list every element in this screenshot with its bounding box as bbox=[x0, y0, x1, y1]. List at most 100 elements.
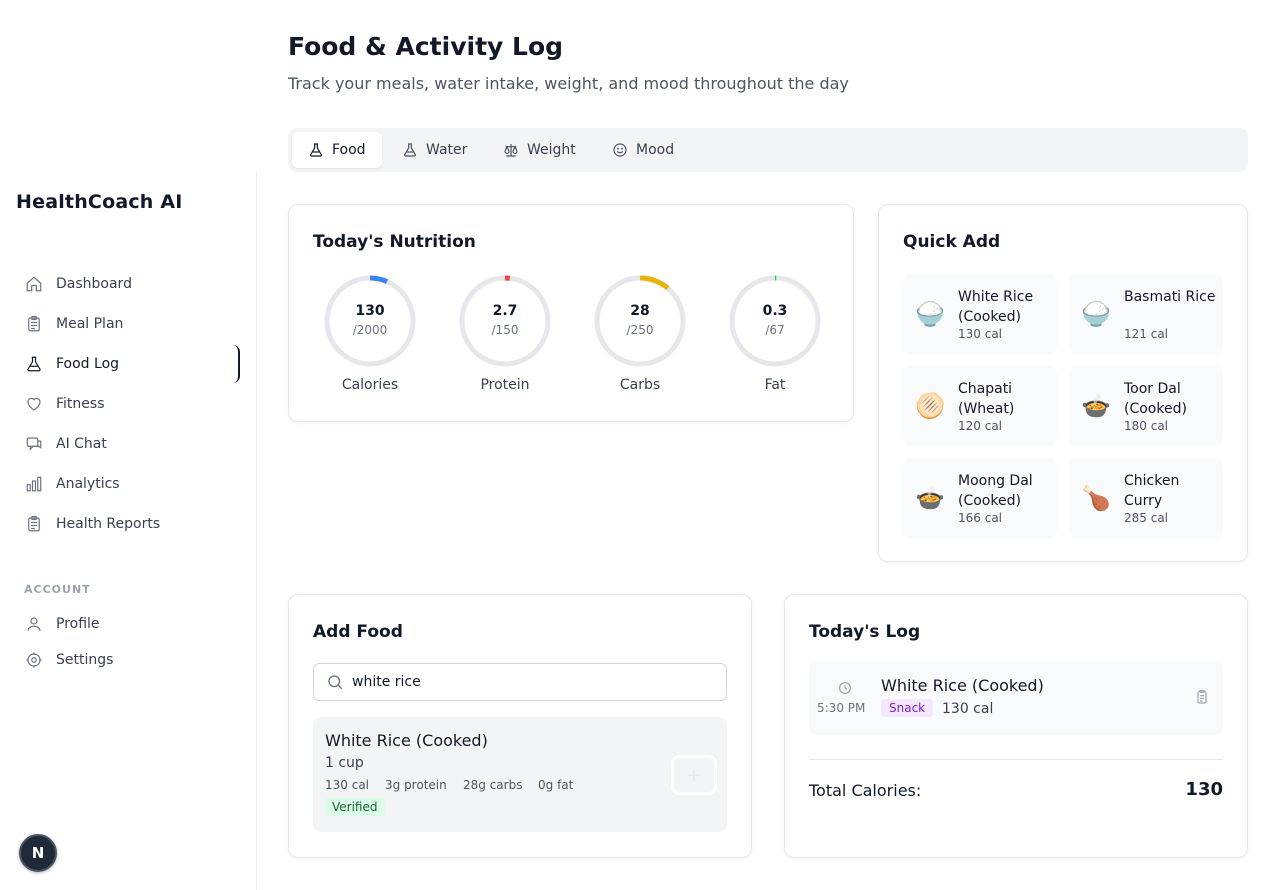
sidebar-item-label: Health Reports bbox=[56, 516, 161, 532]
ring-label: Protein bbox=[480, 377, 530, 393]
progress-ring: 130/2000 bbox=[322, 273, 418, 369]
delete-icon[interactable] bbox=[1194, 689, 1210, 705]
page-subtitle: Track your meals, water intake, weight, … bbox=[288, 74, 849, 93]
framework-badge[interactable]: N bbox=[19, 834, 57, 872]
nutrition-ring-fat: 0.3/67 Fat bbox=[727, 273, 823, 393]
search-result-item[interactable]: White Rice (Cooked) 1 cup 130 cal 3g pro… bbox=[313, 717, 727, 832]
ring-value: 0.3 bbox=[762, 303, 788, 319]
nutrition-ring-calories: 130/2000 Calories bbox=[322, 273, 418, 393]
ring-value: 28 bbox=[630, 303, 650, 319]
ring-label: Calories bbox=[341, 377, 399, 393]
meal-tag: Snack bbox=[881, 699, 934, 717]
food-search-box[interactable] bbox=[313, 663, 727, 701]
progress-ring: 28/250 bbox=[592, 273, 688, 369]
quick-add-item[interactable]: 🍲 Moong Dal (Cooked) 166 cal bbox=[903, 458, 1057, 538]
quick-add-calories: 180 cal bbox=[1124, 419, 1169, 433]
smile-icon bbox=[612, 142, 628, 158]
home-icon bbox=[24, 274, 44, 294]
quick-add-item[interactable]: 🍚 Basmati Rice 121 cal bbox=[1069, 274, 1223, 354]
tab-label: Food bbox=[332, 142, 366, 158]
clipboard-icon bbox=[24, 514, 44, 534]
sidebar-item-ai-chat[interactable]: AI Chat bbox=[24, 431, 107, 457]
add-food-button[interactable]: + bbox=[671, 755, 717, 795]
sidebar-item-analytics[interactable]: Analytics bbox=[24, 471, 120, 497]
food-emoji-icon: 🍲 bbox=[915, 484, 945, 512]
sidebar-item-label: Fitness bbox=[56, 396, 105, 412]
chat-icon bbox=[24, 434, 44, 454]
result-serving: 1 cup bbox=[325, 755, 364, 771]
quick-add-calories: 130 cal bbox=[958, 327, 1003, 341]
quick-add-name: Toor Dal (Cooked) bbox=[1124, 381, 1187, 417]
clipboard-icon bbox=[24, 314, 44, 334]
ring-goal: /2000 bbox=[352, 323, 388, 337]
quick-add-name: Basmati Rice bbox=[1124, 289, 1216, 305]
add-food-card: Add Food White Rice (Cooked) 1 cup 130 c… bbox=[288, 594, 752, 858]
divider bbox=[809, 759, 1223, 760]
heart-icon bbox=[24, 394, 44, 414]
quick-add-name: Chicken Curry bbox=[1124, 473, 1180, 509]
total-calories-label: Total Calories: bbox=[809, 781, 922, 800]
nutrition-card: Today's Nutrition 130/2000 Calories 2.7/15… bbox=[288, 204, 854, 422]
active-indicator bbox=[233, 345, 240, 383]
quick-add-title: Quick Add bbox=[903, 232, 1001, 252]
quick-add-item[interactable]: 🍚 White Rice (Cooked) 130 cal bbox=[903, 274, 1057, 354]
sidebar-item-label: Food Log bbox=[56, 356, 120, 372]
quick-add-calories: 120 cal bbox=[958, 419, 1003, 433]
quick-add-calories: 166 cal bbox=[958, 511, 1003, 525]
quick-add-item[interactable]: 🍗 Chicken Curry 285 cal bbox=[1069, 458, 1223, 538]
scale-icon bbox=[503, 142, 519, 158]
result-fat: 0g fat bbox=[538, 778, 574, 792]
ring-goal: /250 bbox=[626, 323, 654, 337]
tab-label: Water bbox=[426, 142, 468, 158]
food-emoji-icon: 🍚 bbox=[1081, 300, 1111, 328]
result-protein: 3g protein bbox=[385, 778, 447, 792]
flask-icon bbox=[308, 142, 324, 158]
log-entry: 5:30 PM White Rice (Cooked) Snack 130 ca… bbox=[809, 661, 1223, 735]
sidebar-item-dashboard[interactable]: Dashboard bbox=[24, 271, 132, 297]
ring-goal: /67 bbox=[765, 323, 785, 337]
sidebar-item-health-reports[interactable]: Health Reports bbox=[24, 511, 160, 537]
food-emoji-icon: 🍚 bbox=[915, 300, 945, 328]
quick-add-calories: 285 cal bbox=[1124, 511, 1169, 525]
tab-food[interactable]: Food bbox=[292, 132, 382, 168]
tab-mood[interactable]: Mood bbox=[596, 132, 690, 168]
sidebar-item-food-log[interactable]: Food Log bbox=[24, 351, 119, 377]
sidebar-item-fitness[interactable]: Fitness bbox=[24, 391, 105, 417]
ring-label: Carbs bbox=[619, 377, 661, 393]
quick-add-name: White Rice (Cooked) bbox=[958, 289, 1034, 325]
nutrition-title: Today's Nutrition bbox=[313, 232, 476, 252]
log-time: 5:30 PM bbox=[817, 701, 866, 715]
result-calories: 130 cal bbox=[325, 778, 370, 792]
total-calories-value: 130 bbox=[1185, 779, 1223, 800]
tab-water[interactable]: Water bbox=[386, 132, 483, 168]
result-carbs: 28g carbs bbox=[463, 778, 523, 792]
quick-add-item[interactable]: 🫓 Chapati (Wheat) 120 cal bbox=[903, 366, 1057, 446]
sidebar-item-label: Dashboard bbox=[56, 276, 132, 292]
sidebar-item-settings[interactable]: Settings bbox=[24, 647, 113, 673]
food-emoji-icon: 🫓 bbox=[915, 392, 945, 420]
food-emoji-icon: 🍲 bbox=[1081, 392, 1111, 420]
sidebar-item-profile[interactable]: Profile bbox=[24, 611, 100, 637]
tab-weight[interactable]: Weight bbox=[487, 132, 592, 168]
quick-add-name: Chapati (Wheat) bbox=[958, 381, 1015, 417]
brand-title: HealthCoach AI bbox=[16, 191, 183, 213]
log-food-name: White Rice (Cooked) bbox=[881, 676, 1044, 695]
food-search-input[interactable] bbox=[352, 674, 712, 690]
tab-label: Mood bbox=[636, 142, 675, 158]
sidebar-item-label: Analytics bbox=[56, 476, 120, 492]
todays-log-title: Today's Log bbox=[809, 622, 921, 642]
nutrition-ring-carbs: 28/250 Carbs bbox=[592, 273, 688, 393]
ring-value: 130 bbox=[355, 303, 385, 319]
progress-ring: 0.3/67 bbox=[727, 273, 823, 369]
sidebar-item-label: AI Chat bbox=[56, 436, 107, 452]
ring-value: 2.7 bbox=[492, 303, 518, 319]
quick-add-item[interactable]: 🍲 Toor Dal (Cooked) 180 cal bbox=[1069, 366, 1223, 446]
quick-add-card: Quick Add 🍚 White Rice (Cooked) 130 cal 🍚 Ba… bbox=[878, 204, 1248, 562]
nutrition-ring-protein: 2.7/150 Protein bbox=[457, 273, 553, 393]
sidebar-item-label: Meal Plan bbox=[56, 316, 124, 332]
progress-ring: 2.7/150 bbox=[457, 273, 553, 369]
food-emoji-icon: 🍗 bbox=[1081, 484, 1111, 512]
clock-icon bbox=[837, 680, 853, 696]
sidebar-item-meal-plan[interactable]: Meal Plan bbox=[24, 311, 123, 337]
flask-icon bbox=[402, 142, 418, 158]
